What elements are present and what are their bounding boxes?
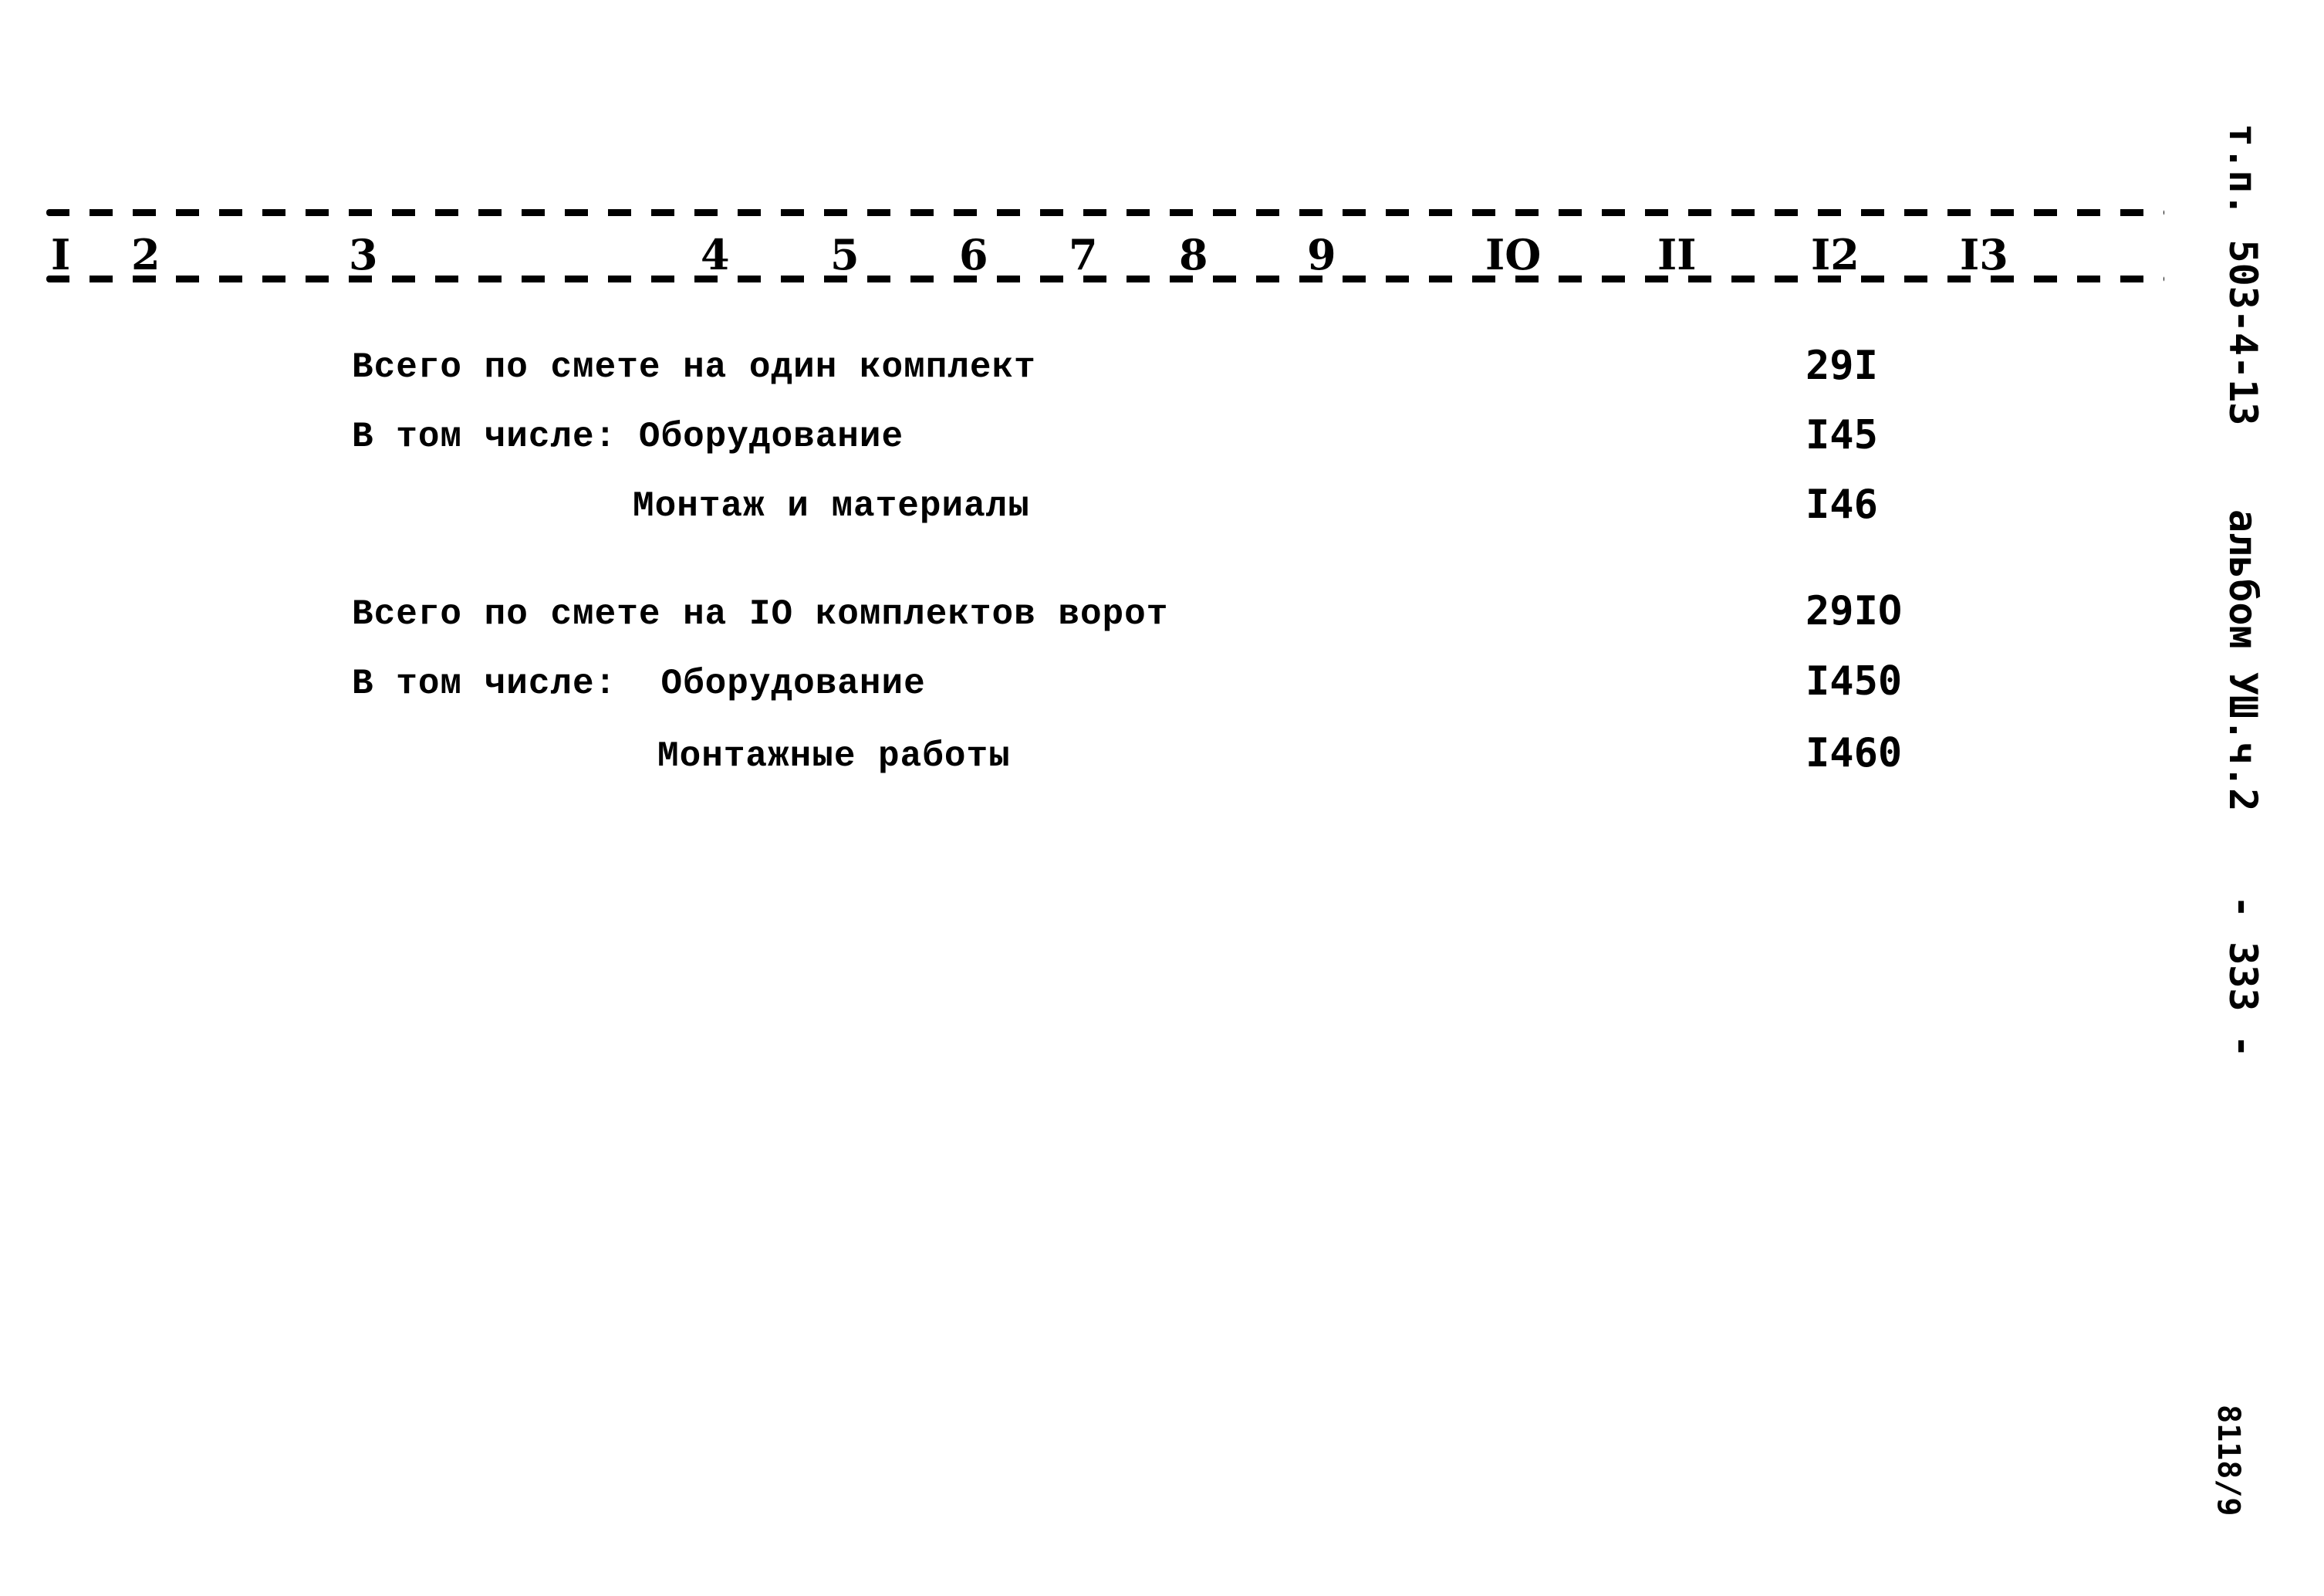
column-number-7: 7 xyxy=(1069,230,1098,279)
album-label: альбом УШ.ч.2 xyxy=(2221,509,2265,812)
column-number-10: IO xyxy=(1485,230,1542,279)
header-rule-top xyxy=(46,209,2164,216)
per-set-equipment-label: В том числе: Оборудование xyxy=(352,417,904,457)
column-number-4: 4 xyxy=(701,230,730,279)
per-set-installation-value: I46 xyxy=(1805,482,1878,528)
column-number-12: I2 xyxy=(1811,230,1860,279)
column-number-8: 8 xyxy=(1179,230,1208,279)
ten-sets-installation-value: I460 xyxy=(1805,730,1903,776)
column-number-1: I xyxy=(51,230,71,279)
ten-sets-total-value: 29IO xyxy=(1805,588,1903,634)
per-set-equipment-value: I45 xyxy=(1805,412,1878,458)
column-number-9: 9 xyxy=(1307,230,1336,279)
ten-sets-installation-label: Монтажные работы xyxy=(657,736,1011,776)
column-number-3: 3 xyxy=(349,230,378,279)
per-set-total-label: Всего по смете на один комплект xyxy=(352,347,1036,387)
column-number-11: II xyxy=(1657,230,1697,279)
ten-sets-equipment-label: В том числе: Оборудование xyxy=(352,664,926,704)
column-number-5: 5 xyxy=(830,230,860,279)
per-set-installation-label: Монтаж и материалы xyxy=(633,486,1030,526)
archive-stamp: 8118/9 xyxy=(2211,1405,2246,1517)
column-number-13: I3 xyxy=(1960,230,2008,279)
ten-sets-total-label: Всего по смете на IO комплектов ворот xyxy=(352,594,1169,634)
column-number-2: 2 xyxy=(131,230,160,279)
project-code: т.п. 503-4-13 xyxy=(2221,123,2265,426)
ten-sets-equipment-value: I450 xyxy=(1805,658,1903,705)
column-number-6: 6 xyxy=(959,230,988,279)
page-number: - 333 - xyxy=(2221,895,2265,1058)
per-set-total-value: 29I xyxy=(1805,343,1878,389)
